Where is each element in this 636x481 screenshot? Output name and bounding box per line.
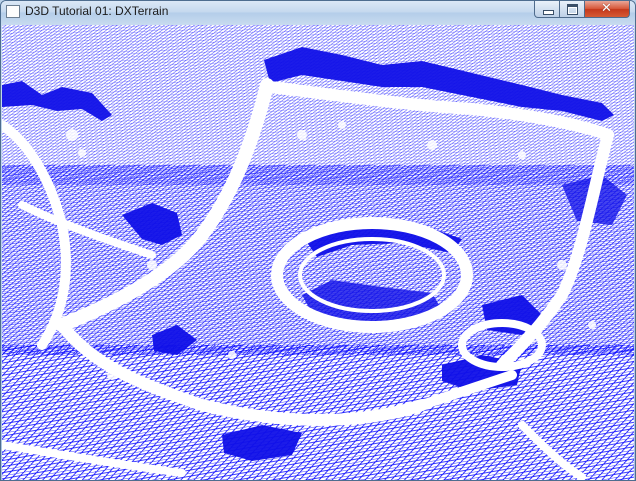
minimize-button[interactable]	[534, 1, 560, 18]
minimize-icon	[543, 10, 554, 15]
close-button[interactable]: ✕	[585, 1, 630, 18]
maximize-button[interactable]	[560, 1, 585, 18]
maximize-icon	[567, 4, 578, 15]
window-title: D3D Tutorial 01: DXTerrain	[25, 4, 169, 18]
app-window-icon[interactable]	[6, 5, 20, 18]
wireframe-terrain	[2, 25, 634, 480]
render-viewport[interactable]	[2, 25, 634, 480]
window-controls: ✕	[534, 1, 630, 19]
app-window: D3D Tutorial 01: DXTerrain ✕	[0, 0, 636, 481]
title-bar[interactable]: D3D Tutorial 01: DXTerrain ✕	[1, 1, 635, 24]
close-icon: ✕	[601, 1, 612, 16]
